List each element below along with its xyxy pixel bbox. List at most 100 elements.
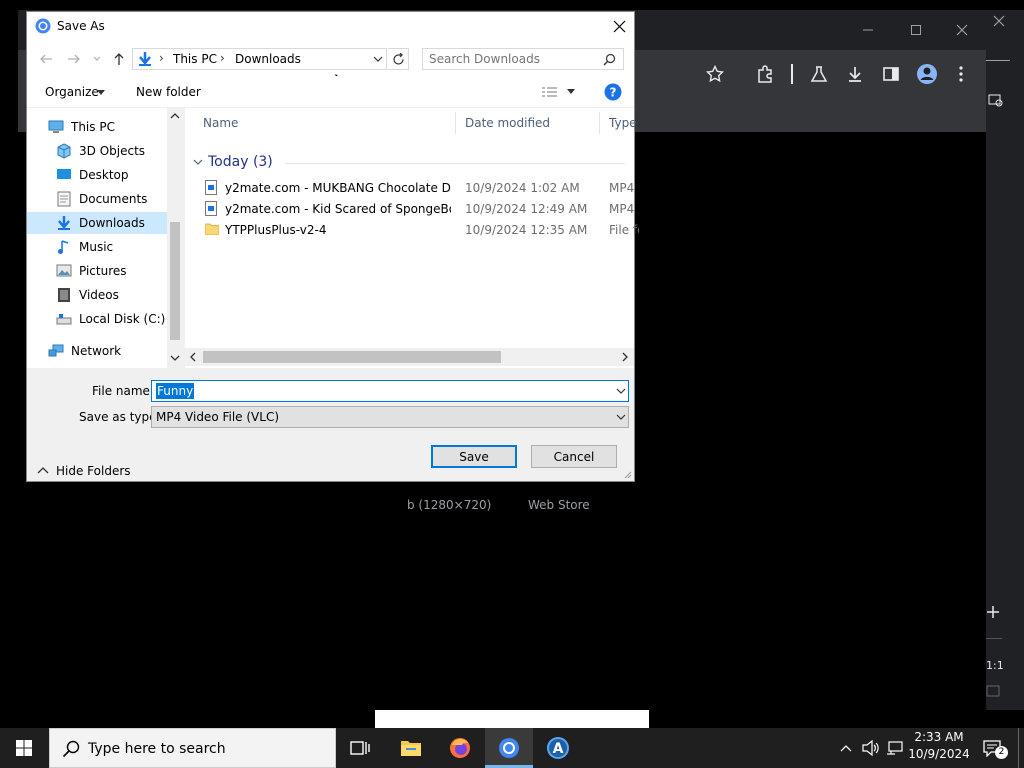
close-icon[interactable] xyxy=(992,14,1006,28)
file-explorer-button[interactable] xyxy=(387,728,435,768)
file-name: y2mate.com - MUKBANG Chocolate Des... xyxy=(225,181,451,195)
firefox-button[interactable] xyxy=(436,728,484,768)
chevron-down-icon[interactable] xyxy=(373,56,383,64)
chevron-down-icon[interactable] xyxy=(616,414,626,422)
address-bar[interactable]: › This PC › Downloads xyxy=(132,48,387,70)
navigation-pane: This PC 3D Objects Desktop Documents Dow… xyxy=(27,108,183,368)
chevron-up-icon[interactable] xyxy=(840,743,852,753)
maximize-icon[interactable] xyxy=(910,24,922,36)
dialog-title: Save As xyxy=(57,19,105,33)
plus-icon[interactable] xyxy=(986,605,1000,619)
column-header-type[interactable]: Type xyxy=(609,116,637,130)
scroll-right-icon[interactable] xyxy=(621,352,629,362)
windows-start-icon[interactable] xyxy=(16,740,32,756)
dialog-titlebar: Save As xyxy=(27,12,634,42)
scroll-down-icon[interactable] xyxy=(170,354,180,362)
minimize-icon[interactable] xyxy=(862,24,874,36)
nav-item-label: Downloads xyxy=(79,216,145,230)
back-arrow-icon[interactable] xyxy=(39,52,53,66)
nav-item-label: Pictures xyxy=(79,264,127,278)
file-row[interactable]: YTPPlusPlus-v2-4 10/9/2024 12:35 AM File… xyxy=(201,220,639,241)
chrome-logo-icon xyxy=(499,738,519,758)
zoom-label[interactable]: 1:1 xyxy=(986,659,1004,672)
search-input[interactable] xyxy=(429,52,599,66)
extensions-icon[interactable] xyxy=(756,65,774,83)
chevron-right-icon[interactable]: › xyxy=(220,51,225,65)
web-store-link[interactable]: Web Store xyxy=(528,498,590,512)
chevron-down-icon[interactable] xyxy=(193,158,203,166)
view-options-icon[interactable] xyxy=(541,85,559,99)
app-taskbar-button[interactable]: A xyxy=(534,728,582,768)
notification-center-button[interactable]: 2 xyxy=(980,736,1008,760)
breadcrumb-downloads[interactable]: Downloads xyxy=(235,52,301,66)
volume-icon[interactable] xyxy=(862,740,880,756)
organize-button[interactable]: Organize xyxy=(45,85,99,99)
save-type-select[interactable]: MP4 Video File (VLC) xyxy=(151,406,629,428)
pc-icon xyxy=(47,119,65,135)
search-box[interactable] xyxy=(422,48,624,70)
nav-item-downloads[interactable]: Downloads xyxy=(27,212,167,234)
column-header-name[interactable]: Name xyxy=(203,116,238,130)
close-icon[interactable] xyxy=(613,20,626,33)
column-separator[interactable] xyxy=(599,112,600,134)
taskbar-search[interactable]: Type here to search xyxy=(49,728,336,768)
capture-icon[interactable] xyxy=(988,94,1004,108)
avatar-icon[interactable] xyxy=(916,63,938,85)
chrome-taskbar-button[interactable] xyxy=(485,728,533,768)
forward-arrow-icon[interactable] xyxy=(67,52,81,66)
show-desktop-button[interactable] xyxy=(1018,728,1019,768)
close-icon[interactable] xyxy=(956,24,968,36)
network-icon[interactable] xyxy=(886,740,904,756)
task-view-icon xyxy=(350,741,370,755)
menu-icon[interactable] xyxy=(956,65,966,83)
up-arrow-icon[interactable] xyxy=(112,52,126,66)
recent-chevron-icon[interactable] xyxy=(93,55,101,63)
download-icon[interactable] xyxy=(846,65,864,83)
image-icon[interactable] xyxy=(986,685,1000,697)
resize-grip-icon[interactable] xyxy=(623,470,632,479)
file-row[interactable]: y2mate.com - MUKBANG Chocolate Des... 10… xyxy=(201,178,634,199)
refresh-button[interactable] xyxy=(388,48,409,70)
video-file-icon xyxy=(205,201,217,216)
search-icon xyxy=(62,740,80,758)
music-icon xyxy=(55,239,73,255)
save-button[interactable]: Save xyxy=(431,445,517,468)
new-folder-button[interactable]: New folder xyxy=(136,85,201,99)
chrome-logo-icon xyxy=(35,18,51,34)
command-bar: Organize New folder ? xyxy=(27,76,634,108)
nav-item-network[interactable]: Network xyxy=(47,340,187,362)
chevron-right-icon[interactable]: › xyxy=(159,51,164,65)
file-row[interactable]: y2mate.com - Kid Scared of SpongeBob ...… xyxy=(201,199,634,220)
labs-icon[interactable] xyxy=(810,65,828,83)
column-header-date[interactable]: Date modified xyxy=(465,116,550,130)
nav-item-label: Videos xyxy=(79,288,119,302)
cancel-button[interactable]: Cancel xyxy=(531,445,617,468)
app-a-icon: A xyxy=(547,737,569,759)
clock[interactable]: 2:33 AM 10/9/2024 xyxy=(908,730,970,761)
nav-scrollbar[interactable] xyxy=(167,108,183,368)
minimize-icon[interactable] xyxy=(986,60,1010,61)
horizontal-scroll-thumb[interactable] xyxy=(203,351,501,363)
nav-item-this-pc[interactable]: This PC xyxy=(47,116,187,138)
help-icon[interactable]: ? xyxy=(604,83,622,101)
task-view-button[interactable] xyxy=(336,728,384,768)
nav-scroll-thumb[interactable] xyxy=(170,222,180,340)
file-type: File fo xyxy=(609,223,639,237)
hide-folders-toggle[interactable]: Hide Folders xyxy=(37,464,131,478)
star-icon[interactable] xyxy=(706,65,724,83)
side-panel-icon[interactable] xyxy=(882,65,900,83)
filename-selected-text[interactable]: Funny xyxy=(156,383,195,399)
chevron-down-icon[interactable] xyxy=(616,388,626,396)
breadcrumb-this-pc[interactable]: This PC xyxy=(173,52,217,66)
scroll-up-icon[interactable] xyxy=(170,112,180,120)
scroll-left-icon[interactable] xyxy=(189,352,197,362)
horizontal-scrollbar[interactable] xyxy=(185,348,634,366)
caret-down-icon[interactable] xyxy=(97,90,105,96)
group-header[interactable]: Today (3) xyxy=(208,154,273,170)
column-separator[interactable] xyxy=(455,112,456,134)
nav-item-label: This PC xyxy=(71,120,115,134)
filename-combobox[interactable]: Funny xyxy=(151,380,629,402)
caret-down-icon[interactable] xyxy=(567,89,575,95)
resolution-text: b (1280×720) xyxy=(407,498,492,512)
nav-item-label: Local Disk (C:) xyxy=(79,312,166,326)
